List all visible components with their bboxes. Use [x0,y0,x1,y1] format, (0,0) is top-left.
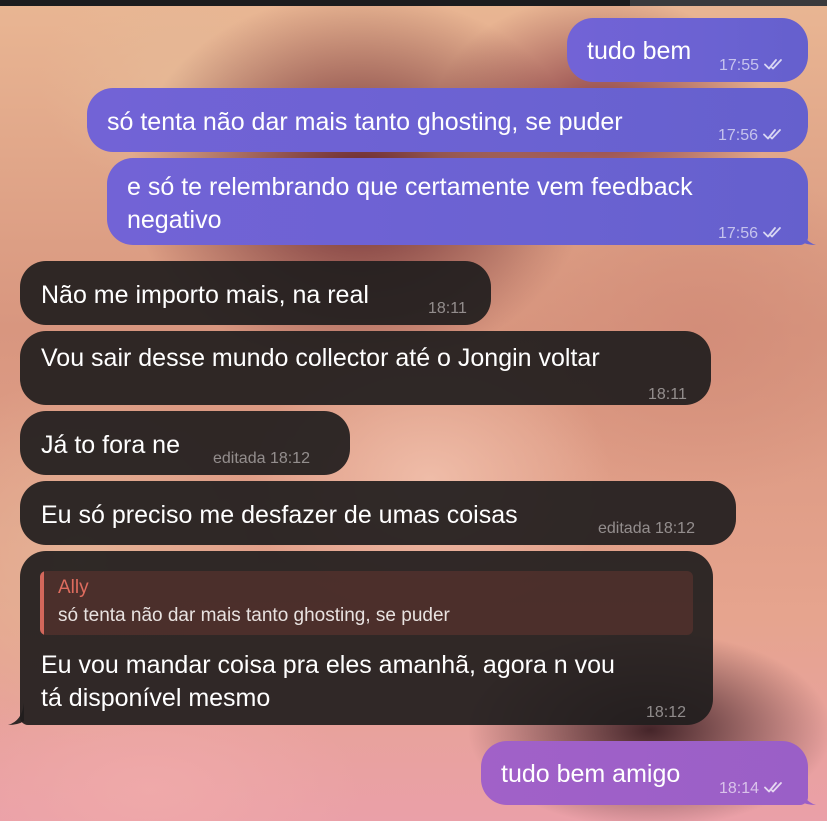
message-time: editada 18:12 [598,520,695,537]
message-text-line: Eu vou mandar coisa pra eles amanhã, ago… [41,651,615,679]
message-text: Não me importo mais, na real [41,281,369,309]
message-time: 18:11 [648,386,687,403]
message-bubble-incoming[interactable]: Vou sair desse mundo collector até o Jon… [20,331,711,405]
bubble-tail [8,703,24,725]
message-bubble-outgoing[interactable]: só tenta não dar mais tanto ghosting, se… [87,88,808,152]
message-text: Vou sair desse mundo collector até o Jon… [41,344,600,372]
message-text: tudo bem amigo [501,760,681,788]
reply-accent-bar [40,571,44,635]
reply-quoted-text: só tenta não dar mais tanto ghosting, se… [58,605,450,626]
message-text: Eu só preciso me desfazer de umas coisas [41,501,518,529]
top-edge-indicator [630,0,827,6]
message-text-line: tá disponível mesmo [41,684,271,712]
message-time: 18:12 [646,704,687,721]
bubble-tail [800,223,816,245]
reply-preview[interactable]: Ally só tenta não dar mais tanto ghostin… [40,571,693,635]
message-bubble-incoming[interactable]: Já to fora ne editada 18:12 [20,411,350,475]
double-check-icon [764,59,782,70]
message-time: 17:56 [718,127,759,144]
message-time: 17:56 [718,225,759,242]
message-meta: 18:14 [719,772,786,805]
message-meta: 17:56 [718,217,785,250]
double-check-icon [764,782,782,793]
message-time: 17:55 [719,57,760,74]
message-text: tudo bem [587,37,692,65]
message-bubble-outgoing[interactable]: tudo bem amigo 18:14 [481,741,808,805]
reply-sender-name: Ally [58,577,89,598]
message-bubble-incoming[interactable]: Eu só preciso me desfazer de umas coisas… [20,481,736,545]
double-check-icon [763,129,781,140]
message-meta: 17:55 [719,49,786,82]
bubble-tail [800,783,816,805]
message-text-line: e só te relembrando que certamente vem f… [127,173,693,201]
message-bubble-incoming-reply[interactable]: Ally só tenta não dar mais tanto ghostin… [20,551,713,725]
message-text: só tenta não dar mais tanto ghosting, se… [107,108,623,136]
double-check-icon [763,227,781,238]
message-time: 18:11 [428,300,467,317]
message-bubble-outgoing[interactable]: e só te relembrando que certamente vem f… [107,158,808,245]
message-text: Já to fora ne [41,431,180,459]
message-text-line: negativo [127,206,222,234]
message-bubble-outgoing[interactable]: tudo bem 17:55 [567,18,808,82]
message-time: 18:14 [719,780,760,797]
message-bubble-incoming[interactable]: Não me importo mais, na real 18:11 [20,261,491,325]
message-time: editada 18:12 [213,450,310,467]
top-edge-bar [0,0,827,6]
message-meta: 17:56 [718,119,785,152]
